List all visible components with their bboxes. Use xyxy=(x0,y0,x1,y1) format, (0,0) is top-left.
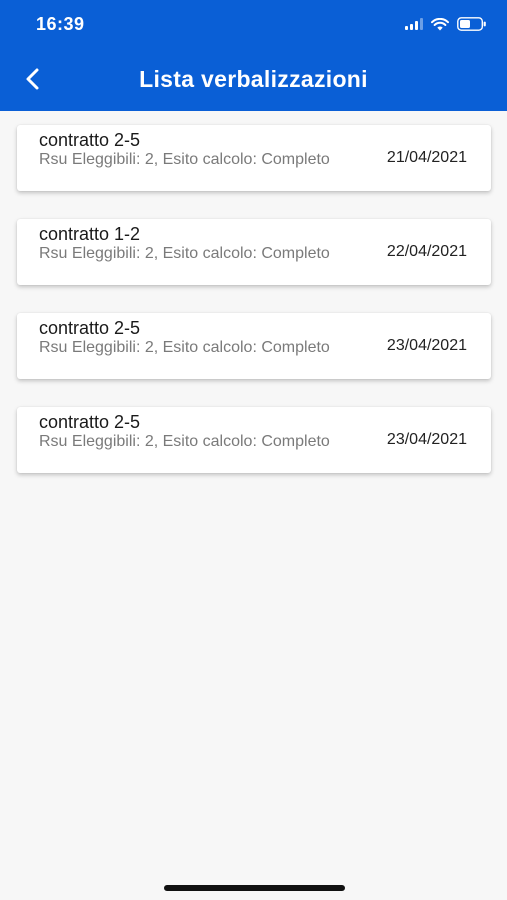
item-date: 23/04/2021 xyxy=(386,337,467,354)
status-icons xyxy=(405,17,487,31)
verbalization-list: contratto 2-5 Rsu Eleggibili: 2, Esito c… xyxy=(17,125,491,501)
item-subtitle: Rsu Eleggibili: 2, Esito calcolo: Comple… xyxy=(39,245,330,262)
app-header: 16:39 Lista verbalizzazioni xyxy=(0,0,507,111)
item-title: contratto 1-2 xyxy=(39,224,141,244)
status-time: 16:39 xyxy=(36,14,85,34)
item-title: contratto 2-5 xyxy=(39,318,141,338)
list-item[interactable]: contratto 2-5 Rsu Eleggibili: 2, Esito c… xyxy=(17,407,491,473)
home-indicator[interactable] xyxy=(164,885,345,891)
item-date: 23/04/2021 xyxy=(386,431,467,448)
item-title: contratto 2-5 xyxy=(39,130,141,150)
signal-icon xyxy=(405,18,423,30)
page-title: Lista verbalizzazioni xyxy=(139,66,368,92)
list-item[interactable]: contratto 2-5 Rsu Eleggibili: 2, Esito c… xyxy=(17,125,491,191)
wifi-icon xyxy=(431,17,449,31)
item-title: contratto 2-5 xyxy=(39,412,141,432)
item-subtitle: Rsu Eleggibili: 2, Esito calcolo: Comple… xyxy=(39,339,330,356)
item-subtitle: Rsu Eleggibili: 2, Esito calcolo: Comple… xyxy=(39,433,330,450)
item-subtitle: Rsu Eleggibili: 2, Esito calcolo: Comple… xyxy=(39,151,330,168)
item-date: 21/04/2021 xyxy=(386,149,467,166)
item-date: 22/04/2021 xyxy=(386,243,467,260)
list-item[interactable]: contratto 2-5 Rsu Eleggibili: 2, Esito c… xyxy=(17,313,491,379)
list-item[interactable]: contratto 1-2 Rsu Eleggibili: 2, Esito c… xyxy=(17,219,491,285)
battery-icon xyxy=(457,17,487,31)
